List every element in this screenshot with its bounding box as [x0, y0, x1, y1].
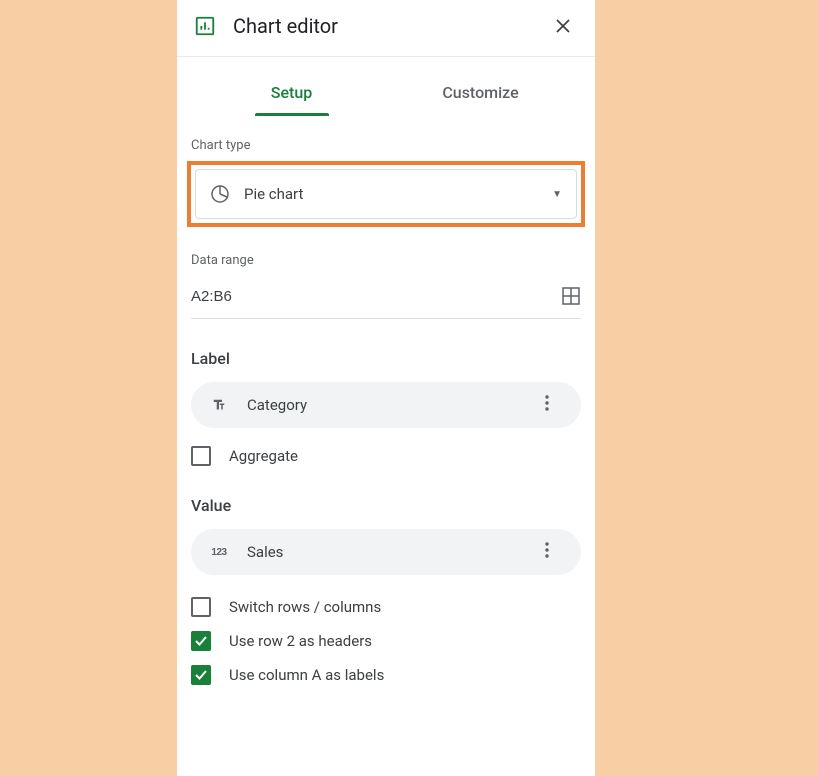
label-section-title: Label: [191, 349, 581, 368]
chart-type-label: Chart type: [191, 138, 581, 153]
aggregate-checkbox-row[interactable]: Aggregate: [191, 446, 581, 466]
use-column-labels-label: Use column A as labels: [229, 666, 384, 684]
switch-rows-row[interactable]: Switch rows / columns: [191, 597, 581, 617]
number-icon: 123: [209, 542, 229, 562]
aggregate-checkbox[interactable]: [191, 446, 211, 466]
tab-setup[interactable]: Setup: [197, 69, 386, 116]
data-range-row: [191, 276, 581, 319]
data-range-input[interactable]: [191, 288, 561, 305]
use-column-labels-row[interactable]: Use column A as labels: [191, 665, 581, 685]
switch-rows-checkbox[interactable]: [191, 597, 211, 617]
panel-title: Chart editor: [233, 14, 551, 38]
chart-editor-panel: Chart editor Setup Customize Chart type: [177, 0, 595, 776]
pie-chart-icon: [210, 184, 230, 204]
chevron-down-icon: ▼: [552, 189, 562, 200]
switch-rows-label: Switch rows / columns: [229, 598, 381, 616]
panel-header: Chart editor: [177, 0, 595, 57]
select-range-button[interactable]: [561, 286, 581, 306]
label-chip[interactable]: Category: [191, 382, 581, 428]
label-chip-value: Category: [247, 396, 545, 414]
close-button[interactable]: [551, 14, 575, 38]
use-row-headers-row[interactable]: Use row 2 as headers: [191, 631, 581, 651]
use-row-headers-checkbox[interactable]: [191, 631, 211, 651]
tab-customize[interactable]: Customize: [386, 69, 575, 116]
label-chip-menu[interactable]: [545, 395, 563, 415]
data-range-label: Data range: [191, 253, 581, 268]
setup-content: Chart type Pie chart ▼ Data range: [177, 116, 595, 685]
value-chip-menu[interactable]: [545, 542, 563, 562]
chart-type-dropdown[interactable]: Pie chart ▼: [195, 169, 577, 219]
aggregate-label: Aggregate: [229, 447, 298, 465]
chart-type-highlight: Pie chart ▼: [187, 161, 585, 227]
use-column-labels-checkbox[interactable]: [191, 665, 211, 685]
value-chip[interactable]: 123 Sales: [191, 529, 581, 575]
options-group: Switch rows / columns Use row 2 as heade…: [191, 597, 581, 685]
use-row-headers-label: Use row 2 as headers: [229, 632, 372, 650]
tab-bar: Setup Customize: [177, 69, 595, 116]
chart-icon: [193, 14, 217, 38]
text-format-icon: [209, 395, 229, 415]
value-section-title: Value: [191, 496, 581, 515]
value-chip-value: Sales: [247, 543, 545, 561]
chart-type-value: Pie chart: [244, 185, 552, 203]
